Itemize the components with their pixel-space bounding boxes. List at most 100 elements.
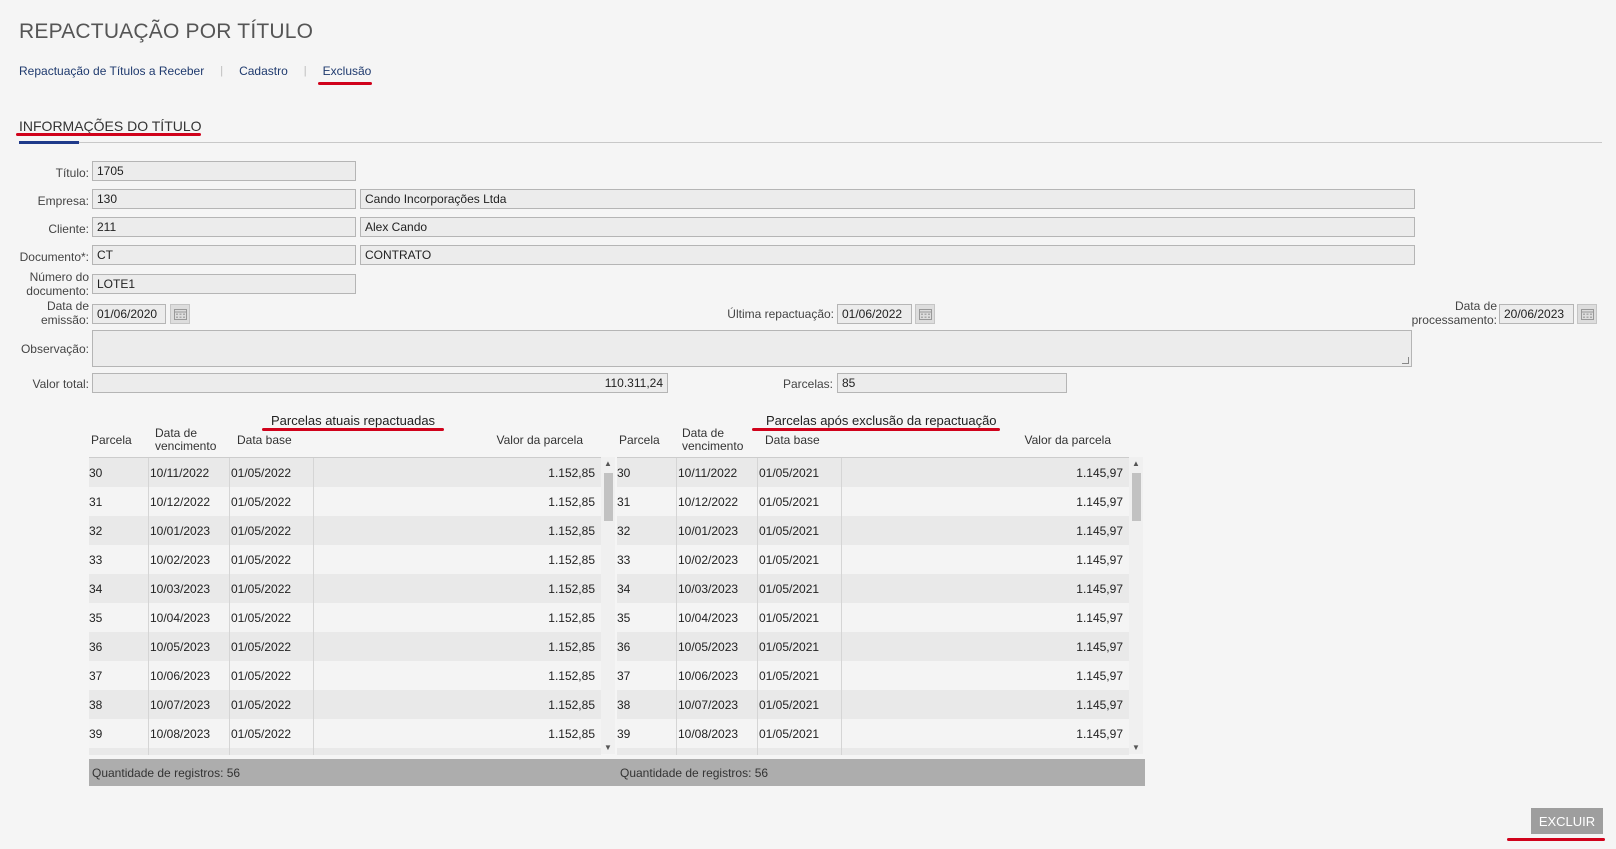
column-divider	[229, 748, 230, 755]
table-row[interactable]: 38 10/07/2023 01/05/2022 1.152,85	[89, 690, 601, 719]
scrollbar[interactable]: ▲ ▼	[1129, 457, 1143, 754]
breadcrumb-cadastro[interactable]: Cadastro	[239, 64, 288, 78]
breadcrumb-separator: |	[220, 65, 224, 77]
table-row[interactable]: 32 10/01/2023 01/05/2022 1.152,85	[89, 516, 601, 545]
table-row[interactable]: 37 10/06/2023 01/05/2022 1.152,85	[89, 661, 601, 690]
cell-data-base: 01/05/2021	[759, 495, 820, 509]
calendar-icon[interactable]	[1577, 304, 1597, 324]
table-row[interactable]: 4010/09/202301/05/20211.145,97	[617, 748, 1129, 755]
col-data-base[interactable]: Data base	[765, 434, 820, 447]
column-divider	[841, 632, 842, 661]
titulo-field[interactable]: 1705	[92, 161, 356, 181]
cell-parcela: 38	[617, 698, 631, 712]
column-divider	[229, 516, 230, 545]
scroll-thumb[interactable]	[1132, 473, 1141, 521]
cell-vencimento: 10/05/2023	[150, 640, 211, 654]
column-divider	[841, 748, 842, 755]
cell-valor: 1.145,97	[1076, 611, 1123, 625]
column-divider	[313, 487, 314, 516]
scroll-up-icon[interactable]: ▲	[1132, 459, 1140, 468]
data-processamento-field[interactable]: 20/06/2023	[1499, 304, 1574, 324]
table-row[interactable]: 30 10/11/2022 01/05/2022 1.152,85	[89, 458, 601, 487]
column-divider	[757, 545, 758, 574]
table-row[interactable]: 36 10/05/2023 01/05/2021 1.145,97	[617, 632, 1129, 661]
column-divider	[229, 603, 230, 632]
col-parcela[interactable]: Parcela	[619, 434, 660, 447]
column-divider	[757, 661, 758, 690]
column-divider	[313, 574, 314, 603]
section-title: INFORMAÇÕES DO TÍTULO	[19, 118, 202, 134]
valor-total-field[interactable]: 110.311,24	[92, 373, 668, 393]
column-divider	[313, 603, 314, 632]
table-row[interactable]: 32 10/01/2023 01/05/2021 1.145,97	[617, 516, 1129, 545]
parcelas-field[interactable]: 85	[837, 373, 1067, 393]
table-row[interactable]: 38 10/07/2023 01/05/2021 1.145,97	[617, 690, 1129, 719]
col-valor[interactable]: Valor da parcela	[497, 434, 584, 447]
cell-vencimento: 10/04/2023	[678, 611, 739, 625]
cell-vencimento: 10/01/2023	[678, 524, 739, 538]
cliente-name-field[interactable]: Alex Cando	[360, 217, 1415, 237]
table-row[interactable]: 34 10/03/2023 01/05/2022 1.152,85	[89, 574, 601, 603]
column-divider	[757, 748, 758, 755]
column-divider	[676, 603, 677, 632]
column-divider	[313, 719, 314, 748]
cell-data-base: 01/05/2022	[231, 611, 292, 625]
table-row[interactable]: 39 10/08/2023 01/05/2021 1.145,97	[617, 719, 1129, 748]
table-row[interactable]: 37 10/06/2023 01/05/2021 1.145,97	[617, 661, 1129, 690]
resize-handle-icon[interactable]	[1402, 357, 1409, 364]
scroll-up-icon[interactable]: ▲	[604, 459, 612, 468]
breadcrumb-repactuacao[interactable]: Repactuação de Títulos a Receber	[19, 64, 204, 78]
table-row[interactable]: 4010/09/202301/05/20221.152,85	[89, 748, 601, 755]
table-row[interactable]: 33 10/02/2023 01/05/2021 1.145,97	[617, 545, 1129, 574]
left-record-count: Quantidade de registros: 56	[92, 766, 241, 780]
column-divider	[841, 487, 842, 516]
col-data-base[interactable]: Data base	[237, 434, 292, 447]
excluir-button[interactable]: EXCLUIR	[1531, 808, 1603, 834]
observacao-textarea[interactable]	[92, 330, 1412, 367]
calendar-icon[interactable]	[170, 304, 190, 324]
cliente-code-field[interactable]: 211	[92, 217, 356, 237]
cell-parcela: 35	[89, 611, 103, 625]
table-row[interactable]: 31 10/12/2022 01/05/2022 1.152,85	[89, 487, 601, 516]
scroll-thumb[interactable]	[604, 473, 613, 521]
breadcrumb-exclusao[interactable]: Exclusão	[323, 64, 372, 78]
cell-vencimento: 10/05/2023	[678, 640, 739, 654]
table-row[interactable]: 30 10/11/2022 01/05/2021 1.145,97	[617, 458, 1129, 487]
table-row[interactable]: 36 10/05/2023 01/05/2022 1.152,85	[89, 632, 601, 661]
col-valor[interactable]: Valor da parcela	[1025, 434, 1112, 447]
numero-documento-field[interactable]: LOTE1	[92, 274, 356, 294]
cell-valor: 1.152,85	[548, 495, 595, 509]
table-row[interactable]: 34 10/03/2023 01/05/2021 1.145,97	[617, 574, 1129, 603]
cell-valor: 1.145,97	[1076, 524, 1123, 538]
data-emissao-field[interactable]: 01/06/2020	[92, 304, 166, 324]
ultima-repactuacao-field[interactable]: 01/06/2022	[837, 304, 912, 324]
table-row[interactable]: 39 10/08/2023 01/05/2022 1.152,85	[89, 719, 601, 748]
cell-data-base: 01/05/2021	[759, 669, 820, 683]
cell-parcela: 30	[617, 466, 631, 480]
cell-valor: 1.152,85	[548, 553, 595, 567]
documento-name-field[interactable]: CONTRATO	[360, 245, 1415, 265]
scrollbar[interactable]: ▲ ▼	[601, 457, 615, 754]
empresa-code-field[interactable]: 130	[92, 189, 356, 209]
col-vencimento[interactable]: Data de vencimento	[682, 427, 743, 453]
cell-vencimento: 10/12/2022	[150, 495, 211, 509]
scroll-down-icon[interactable]: ▼	[1132, 743, 1140, 752]
col-vencimento[interactable]: Data de vencimento	[155, 427, 216, 453]
table-row[interactable]: 31 10/12/2022 01/05/2021 1.145,97	[617, 487, 1129, 516]
table-row[interactable]: 35 10/04/2023 01/05/2022 1.152,85	[89, 603, 601, 632]
table-row[interactable]: 33 10/02/2023 01/05/2022 1.152,85	[89, 545, 601, 574]
empresa-name-field[interactable]: Cando Incorporações Ltda	[360, 189, 1415, 209]
column-divider	[229, 545, 230, 574]
cell-data-base: 01/05/2021	[759, 466, 820, 480]
cell-valor: 1.145,97	[1076, 495, 1123, 509]
scroll-down-icon[interactable]: ▼	[604, 743, 612, 752]
table-body: 30 10/11/2022 01/05/2022 1.152,85 31 10/12/20…	[89, 457, 601, 755]
cell-vencimento: 10/07/2023	[678, 698, 739, 712]
table-footer-bar: Quantidade de registros: 56 Quantidade d…	[89, 759, 1145, 786]
table-row[interactable]: 35 10/04/2023 01/05/2021 1.145,97	[617, 603, 1129, 632]
calendar-icon[interactable]	[915, 304, 935, 324]
cell-vencimento: 10/03/2023	[150, 582, 211, 596]
column-divider	[841, 516, 842, 545]
col-parcela[interactable]: Parcela	[91, 434, 132, 447]
documento-code-field[interactable]: CT	[92, 245, 356, 265]
